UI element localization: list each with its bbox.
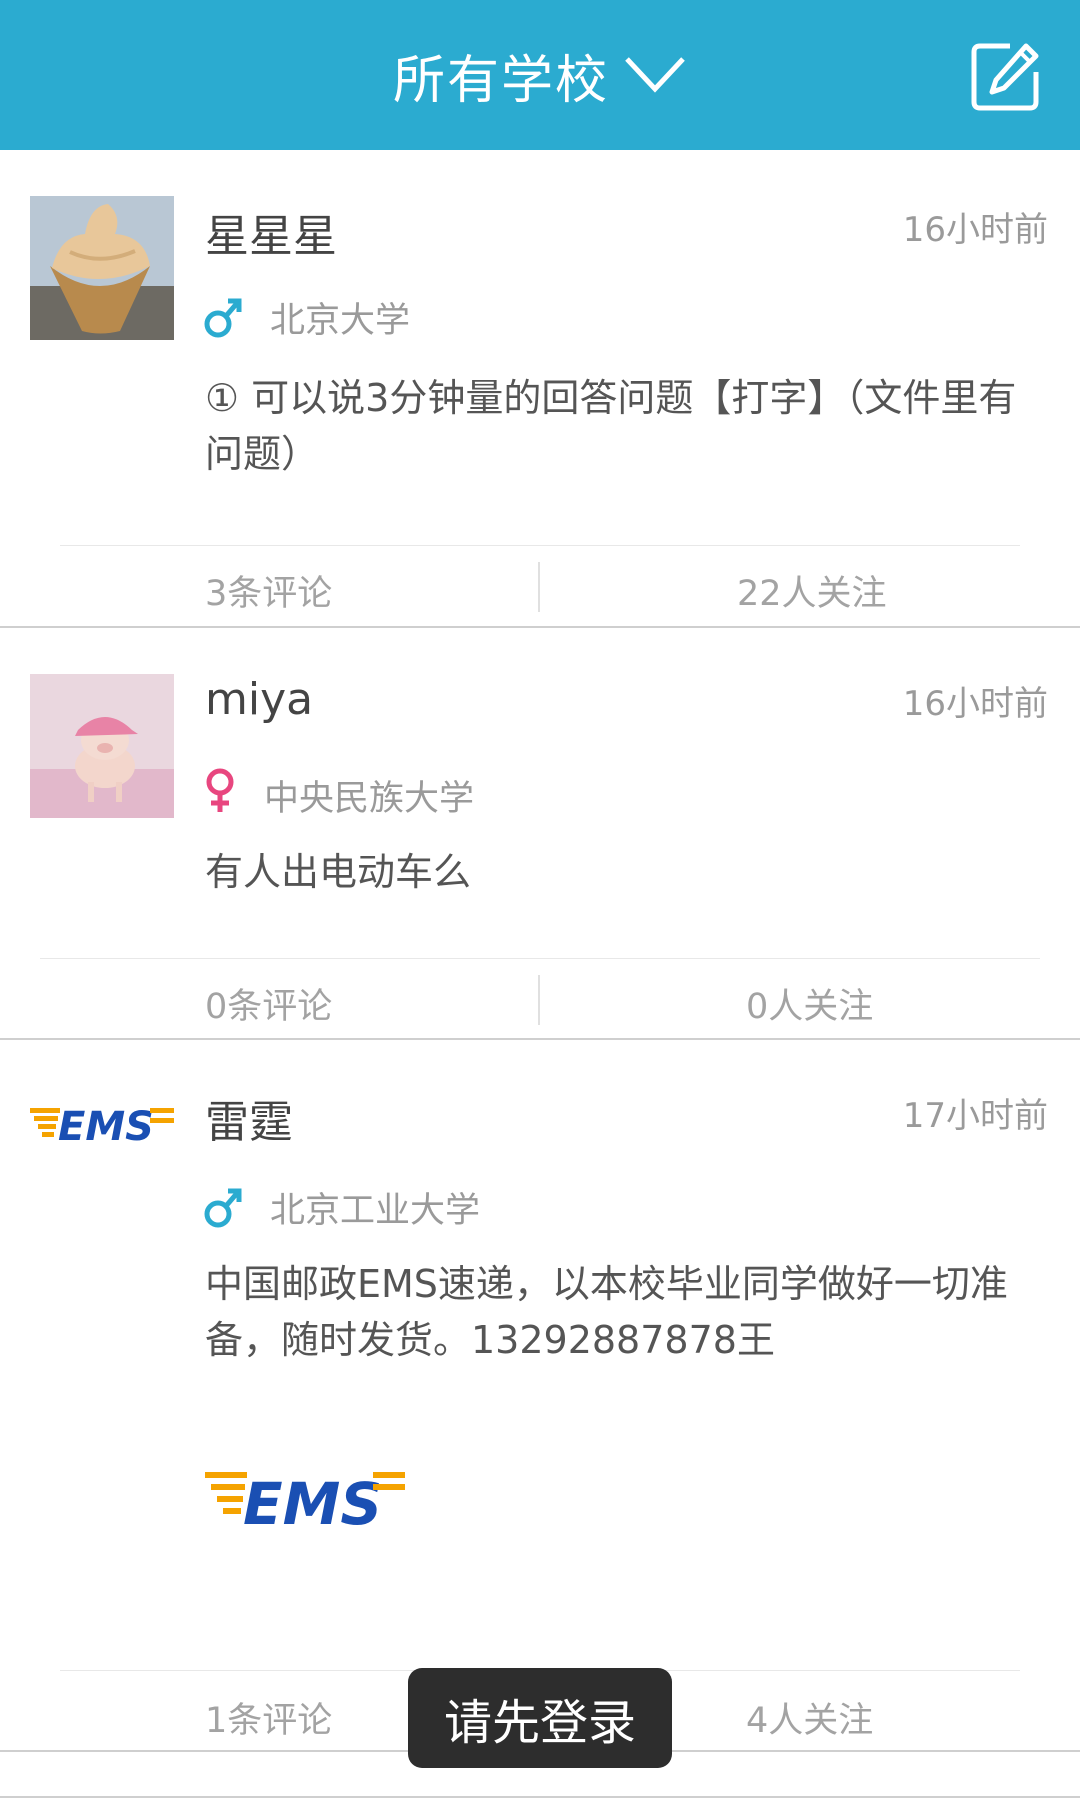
username[interactable]: 雷霆 xyxy=(205,1086,293,1150)
toast-text: 请先登录 xyxy=(443,1695,636,1751)
divider xyxy=(0,1796,1080,1798)
post-time: 16小时前 xyxy=(902,684,1048,724)
post-card[interactable]: EMS 雷霆 17小时前 北京工业大学 中国邮政EMS速递，以本校毕业同学做好一… xyxy=(0,1040,1080,1752)
follow-count[interactable]: 0人关注 xyxy=(746,978,873,1029)
male-icon xyxy=(204,298,242,338)
ems-logo-text: EMS xyxy=(243,1470,382,1536)
ems-logo-text: EMS xyxy=(58,1104,154,1150)
post-content: 中国邮政EMS速递，以本校毕业同学做好一切准备，随时发货。13292887878… xyxy=(205,1262,1008,1362)
login-toast: 请先登录 xyxy=(408,1668,672,1768)
post-content: ① 可以说3分钟量的回答问题【打字】（文件里有问题） xyxy=(205,376,1017,476)
top-bar: 所有学校 xyxy=(0,0,1080,150)
post-time: 16小时前 xyxy=(902,210,1048,250)
school-name: 北京工业大学 xyxy=(270,1191,481,1231)
follow-count[interactable]: 22人关注 xyxy=(737,565,887,616)
chevron-down-icon xyxy=(625,57,685,93)
post-card[interactable]: 星星星 16小时前 北京大学 ① 可以说3分钟量的回答问题【打字】（文件里有问题… xyxy=(0,150,1080,628)
female-icon xyxy=(206,768,234,812)
username[interactable]: 星星星 xyxy=(205,200,337,264)
post-card[interactable]: miya 16小时前 中央民族大学 有人出电动车么 0条评论 0人关注 xyxy=(0,628,1080,1040)
comment-count[interactable]: 1条评论 xyxy=(205,1692,332,1743)
divider xyxy=(40,958,1040,959)
comment-count[interactable]: 0条评论 xyxy=(205,978,332,1029)
ems-logo: EMS xyxy=(30,1104,174,1150)
post-image[interactable]: EMS xyxy=(205,1466,405,1536)
school-name: 中央民族大学 xyxy=(264,779,475,819)
school-filter[interactable]: 所有学校 xyxy=(0,0,1080,150)
ice-cream-photo xyxy=(30,196,174,340)
divider xyxy=(60,545,1020,546)
male-icon xyxy=(204,1188,242,1228)
post-time: 17小时前 xyxy=(902,1096,1048,1136)
avatar[interactable]: EMS xyxy=(30,1100,174,1190)
divider xyxy=(538,562,540,612)
avatar[interactable] xyxy=(30,196,174,340)
edit-icon[interactable] xyxy=(970,40,1042,112)
follow-count[interactable]: 4人关注 xyxy=(746,1692,873,1743)
post-content: 有人出电动车么 xyxy=(205,850,472,894)
school-name: 北京大学 xyxy=(270,301,411,341)
divider xyxy=(538,975,540,1025)
school-filter-title: 所有学校 xyxy=(392,50,609,111)
comment-count[interactable]: 3条评论 xyxy=(205,565,332,616)
avatar[interactable] xyxy=(30,674,174,818)
username[interactable]: miya xyxy=(205,674,313,725)
pig-photo xyxy=(30,674,174,818)
